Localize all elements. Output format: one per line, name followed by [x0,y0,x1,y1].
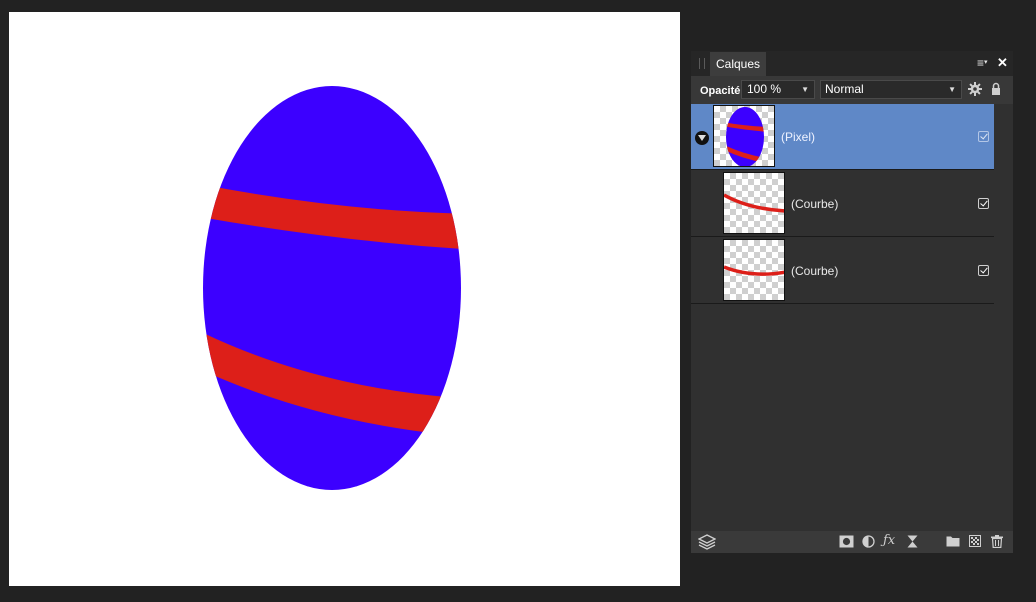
panel-bottom-bar: ƒx [691,531,1013,553]
layers-panel: Calques ≡▾ ✕ Opacité: 100 % ▼ Normal ▼ (… [691,51,1013,553]
trash-icon[interactable] [991,535,1003,548]
folder-icon[interactable] [946,535,960,547]
layer-name: (Courbe) [791,264,839,278]
live-filter-icon[interactable] [907,535,918,548]
layer-thumbnail [723,239,785,301]
blend-mode-value: Normal [825,82,864,96]
menu-icon[interactable]: ≡▾ [977,57,988,69]
layer-thumbnail [723,172,785,234]
gear-icon[interactable] [968,82,982,96]
blend-mode-select[interactable]: Normal ▼ [820,80,962,99]
opacity-label: Opacité: [700,85,745,97]
layer-list: (Pixel) (Courbe) (Courbe) [691,104,994,531]
opacity-value: 100 % [747,82,782,96]
drag-grip-icon[interactable] [699,58,705,69]
visibility-checkbox[interactable] [978,198,989,209]
layers-stack-icon[interactable] [698,534,716,550]
close-icon[interactable]: ✕ [997,56,1008,69]
layer-row-curve[interactable]: (Courbe) [691,238,994,304]
layer-name: (Pixel) [781,130,816,144]
layer-row-pixel[interactable]: (Pixel) [691,104,994,170]
opacity-field[interactable]: 100 % ▼ [741,80,815,99]
egg-artwork [203,86,461,490]
chevron-down-icon[interactable]: ▼ [801,81,809,98]
checkerboard-icon[interactable] [969,535,981,547]
panel-tab-bar: Calques ≡▾ ✕ [691,51,1013,76]
expand-toggle-icon[interactable] [695,131,709,145]
layer-name: (Courbe) [791,197,839,211]
adjustment-icon[interactable] [862,535,875,548]
fx-icon[interactable]: ƒx [883,533,895,548]
mask-icon[interactable] [839,535,854,548]
scrollbar[interactable] [994,104,1013,531]
layer-controls: Opacité: 100 % ▼ Normal ▼ [691,76,1013,104]
layer-thumbnail [713,105,775,167]
visibility-checkbox[interactable] [978,265,989,276]
chevron-down-icon[interactable]: ▼ [948,81,956,98]
document-canvas[interactable] [9,12,680,586]
lock-icon[interactable] [991,82,1001,96]
visibility-checkbox[interactable] [978,131,989,142]
tab-calques[interactable]: Calques [710,52,767,76]
layer-row-curve[interactable]: (Courbe) [691,171,994,237]
